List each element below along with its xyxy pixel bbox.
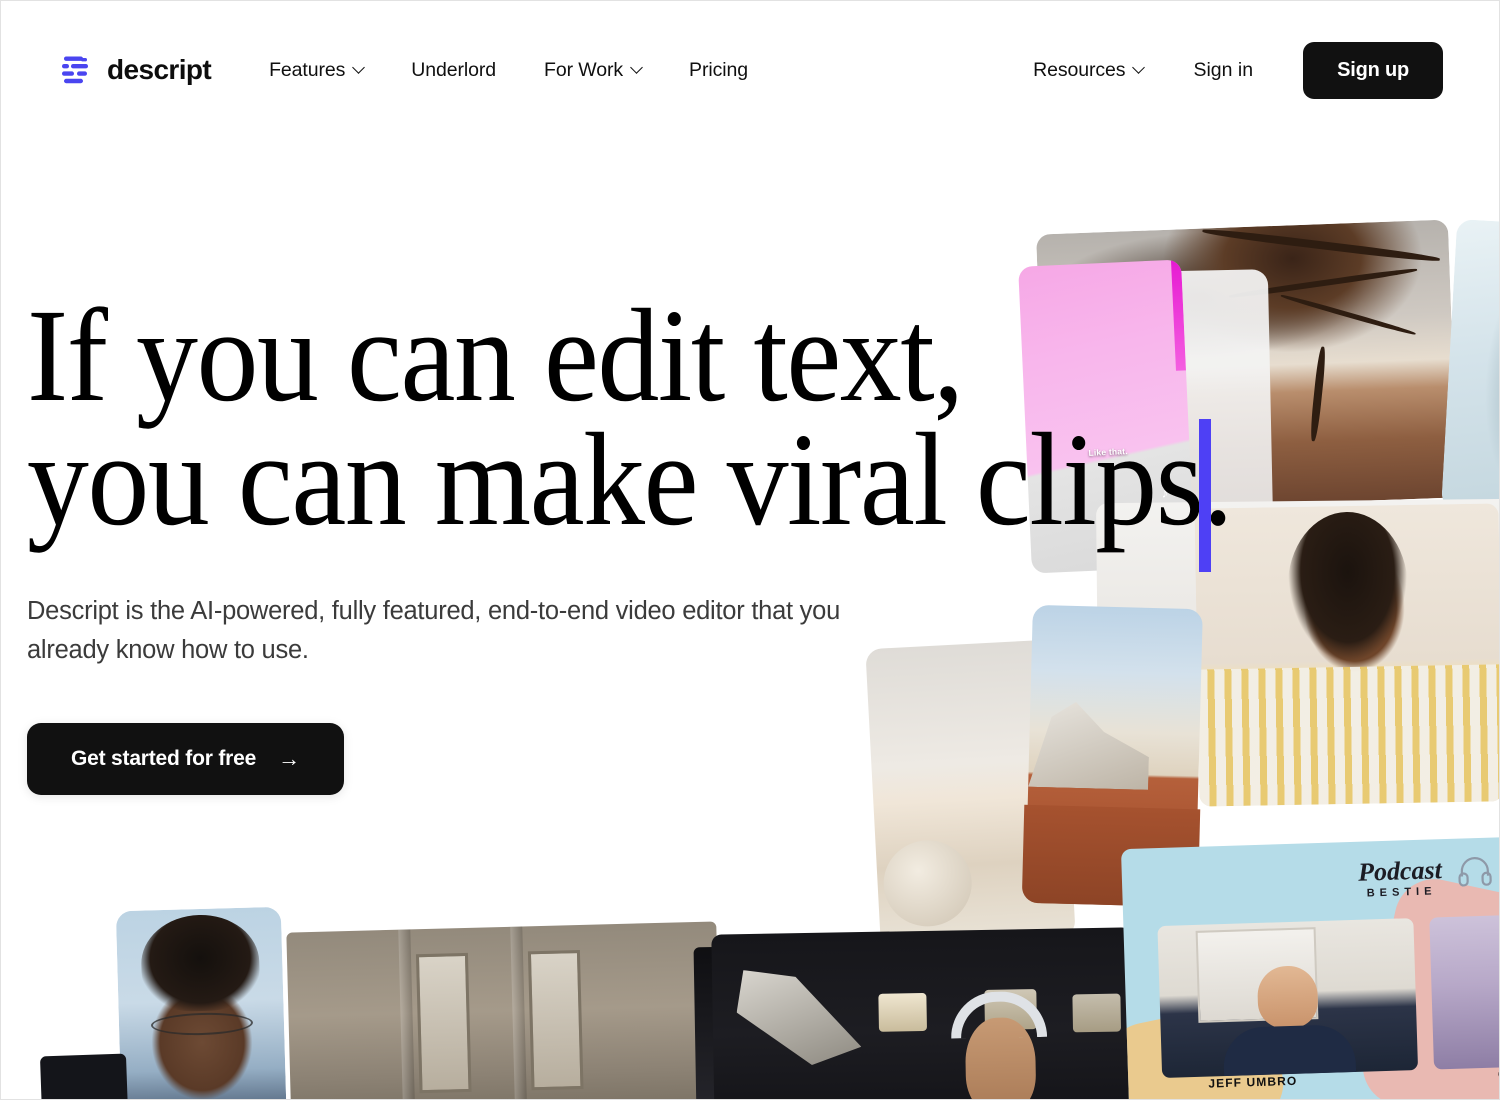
chevron-down-icon <box>352 60 366 74</box>
sign-up-button[interactable]: Sign up <box>1303 41 1443 99</box>
speaker-tile-secondary <box>1429 914 1499 1070</box>
top-navigation-bar: descript Features Underlord For Work Pri… <box>1 1 1499 139</box>
hair-shape <box>139 913 261 1013</box>
headphones-icon <box>1457 854 1492 887</box>
landing-page: descript Features Underlord For Work Pri… <box>0 0 1500 1100</box>
snowy-tree-clip[interactable] <box>1441 219 1499 517</box>
nav-item-for-work[interactable]: For Work <box>520 49 665 92</box>
bowl-shape <box>881 838 974 929</box>
page-title: If you can edit text, you can make viral… <box>27 289 1233 553</box>
nav-item-label: Underlord <box>411 58 497 81</box>
face-shape <box>1256 965 1319 1029</box>
nav-item-underlord[interactable]: Underlord <box>387 49 520 92</box>
nav-item-label: Features <box>269 58 346 81</box>
headline-line-2: you can make viral clips. <box>27 405 1233 553</box>
get-started-label: Get started for free <box>71 747 257 770</box>
dark-sliver-clip-left[interactable] <box>39 1053 129 1099</box>
desk-lamp-shape <box>736 968 862 1066</box>
striped-shirt-shape <box>1197 664 1499 807</box>
glasses-shape <box>150 1011 253 1037</box>
podcast-bestie-clip[interactable]: Podcast BESTIE JEFF UMBRO CO <box>1120 836 1499 1099</box>
nav-item-resources[interactable]: Resources <box>1009 49 1167 92</box>
nav-item-pricing[interactable]: Pricing <box>665 49 772 92</box>
podcast-bestie-wordmark: Podcast <box>1357 855 1443 887</box>
podcast-bestie-subtitle: BESTIE <box>1366 885 1437 900</box>
woman-headphones-night-clip[interactable] <box>711 927 1135 1099</box>
text-cursor-caret <box>1199 419 1211 572</box>
speaker-tile-primary <box>1157 918 1419 1079</box>
get-started-button[interactable]: Get started for free → <box>27 723 344 795</box>
chevron-down-icon <box>630 60 643 74</box>
nav-item-label: For Work <box>544 58 624 81</box>
torso-shape <box>1222 1023 1357 1077</box>
arrow-right-icon: → <box>278 746 300 771</box>
brand-logo-link[interactable]: descript <box>59 53 212 87</box>
nav-item-label: Pricing <box>689 58 748 81</box>
primary-nav-links: Features Underlord For Work Pricing <box>245 49 772 92</box>
descript-logo-icon <box>59 53 93 87</box>
nav-actions: Resources Sign in Sign up <box>1009 41 1443 99</box>
room-curtains-clip[interactable] <box>286 921 722 1099</box>
brand-name: descript <box>107 54 212 85</box>
woman-striped-shirt-clip[interactable] <box>1194 503 1499 807</box>
hero-heading-block: If you can edit text, you can make viral… <box>27 289 1233 553</box>
man-glasses-portrait-clip[interactable] <box>115 906 288 1099</box>
nav-item-features[interactable]: Features <box>245 49 387 92</box>
cliff-shape <box>1028 701 1150 790</box>
speaker-name-label: JEFF UMBRO <box>1208 1073 1298 1091</box>
chevron-down-icon <box>1132 60 1146 74</box>
sign-in-link[interactable]: Sign in <box>1167 49 1279 92</box>
hair-shape <box>1286 510 1410 663</box>
nav-item-label: Resources <box>1033 58 1126 81</box>
hero-subheadline: Descript is the AI-powered, fully featur… <box>27 597 841 664</box>
